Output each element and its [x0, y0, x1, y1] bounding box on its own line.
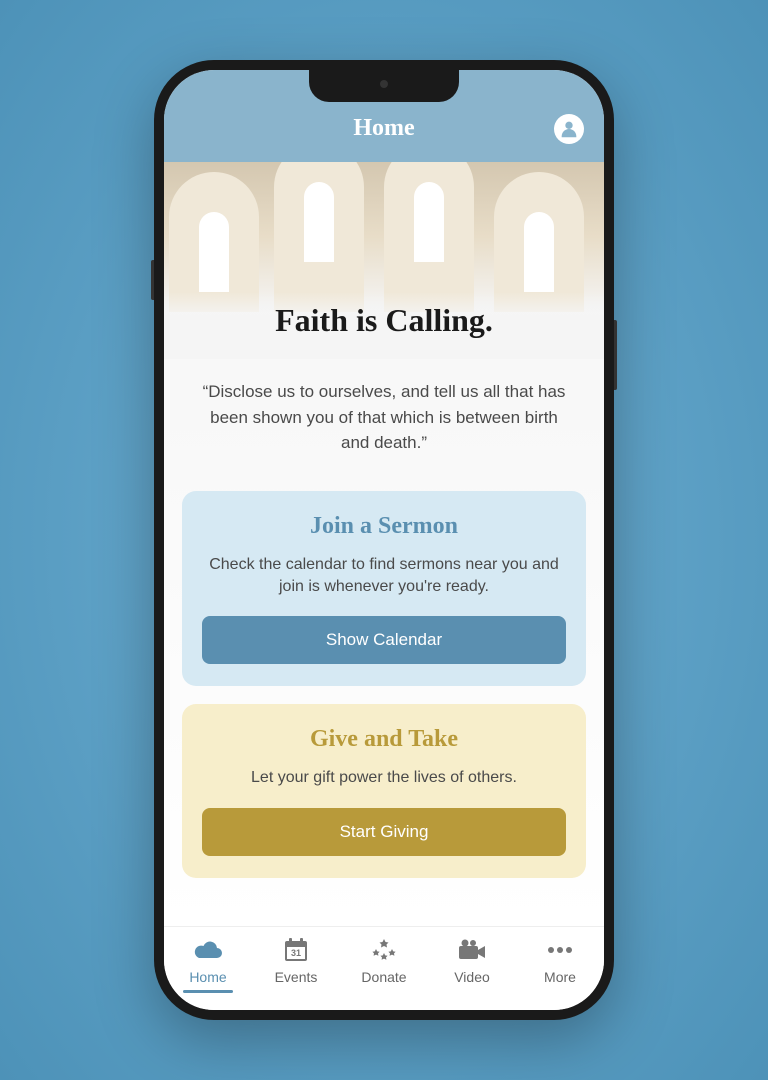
give-card-title: Give and Take — [202, 726, 566, 753]
svg-text:31: 31 — [291, 948, 301, 958]
hero-image — [164, 162, 604, 312]
tab-more[interactable]: More — [516, 937, 604, 985]
cloud-icon — [193, 937, 223, 963]
tab-label: Home — [189, 969, 226, 985]
sermon-card-text: Check the calendar to find sermons near … — [202, 554, 566, 599]
more-icon — [545, 937, 575, 963]
tab-label: Video — [454, 969, 490, 985]
tab-video[interactable]: Video — [428, 937, 516, 985]
stars-icon — [369, 937, 399, 963]
calendar-icon: 31 — [281, 937, 311, 963]
hero-title: Faith is Calling. — [164, 292, 604, 359]
tab-home[interactable]: Home — [164, 937, 252, 985]
sermon-card: Join a Sermon Check the calendar to find… — [182, 491, 586, 687]
page-title: Home — [353, 115, 414, 142]
tab-label: Events — [275, 969, 318, 985]
profile-icon[interactable] — [554, 114, 584, 144]
main-content: Faith is Calling. “Disclose us to oursel… — [164, 162, 604, 926]
tab-donate[interactable]: Donate — [340, 937, 428, 985]
give-card: Give and Take Let your gift power the li… — [182, 704, 586, 877]
tab-events[interactable]: 31 Events — [252, 937, 340, 985]
video-icon — [457, 937, 487, 963]
tab-bar: Home 31 Events Donate Video — [164, 926, 604, 1010]
sermon-card-title: Join a Sermon — [202, 513, 566, 540]
show-calendar-button[interactable]: Show Calendar — [202, 616, 566, 664]
tab-label: Donate — [361, 969, 406, 985]
quote-text: “Disclose us to ourselves, and tell us a… — [164, 359, 604, 481]
give-card-text: Let your gift power the lives of others. — [202, 767, 566, 789]
start-giving-button[interactable]: Start Giving — [202, 808, 566, 856]
tab-label: More — [544, 969, 576, 985]
